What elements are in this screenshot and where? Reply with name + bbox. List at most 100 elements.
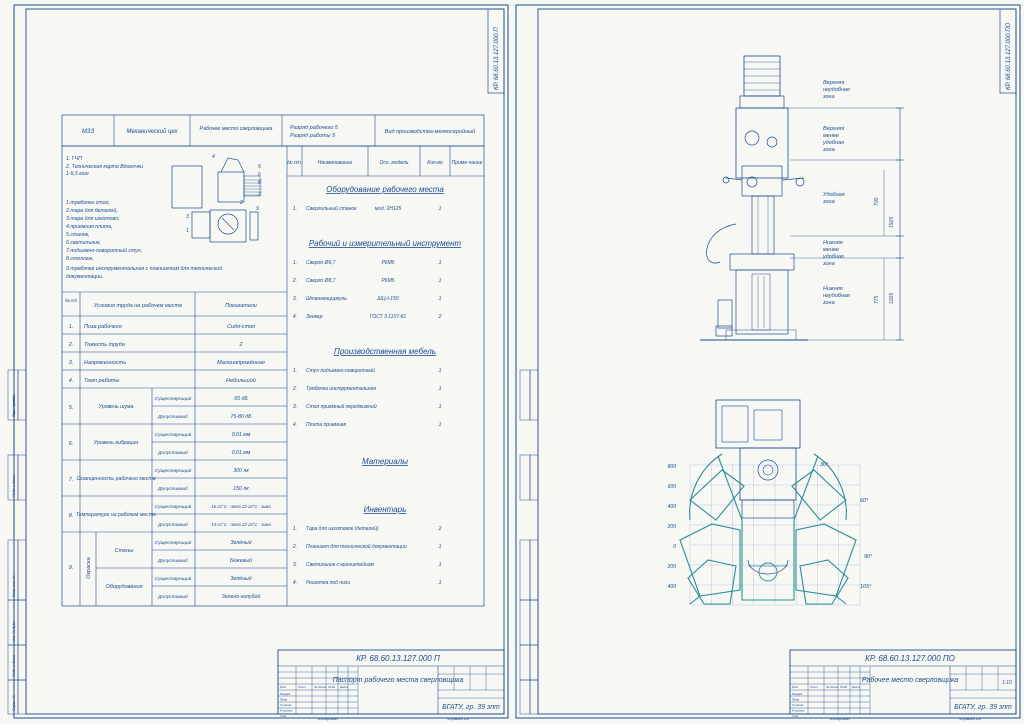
sketch-callout: 1: [186, 228, 189, 234]
cond-value: Зелено-голубой: [222, 593, 261, 600]
plan-y-tick: 400: [668, 504, 677, 510]
base-inner: [751, 273, 771, 331]
equip-num: 3.: [293, 562, 297, 568]
cond-num: 6.: [69, 441, 74, 447]
sketch-callout: 5: [258, 164, 261, 170]
main-table: [61, 145, 485, 607]
cond-num: 8.: [69, 513, 74, 519]
title-block-sheet2: КР. 68.60.13.127.000 ПОИзм. Лист № докум. П…: [789, 649, 1017, 721]
sketch-callout: 2: [239, 200, 243, 206]
stamp-row-label: Разраб.: [280, 692, 291, 696]
rotated-doc-code: КР. 68.60.13.127.000 П: [494, 27, 500, 90]
cond-value: Небольшой: [226, 377, 256, 384]
side-stamp-label: Подп. и дата: [12, 655, 16, 677]
side-stamp-cell: [519, 369, 531, 421]
stamp-group: БГАТУ, гр. 39 зпт: [954, 704, 1012, 711]
side-stamp-cell: [17, 599, 27, 646]
stamp-col-label: Дата: [339, 685, 348, 689]
equip-num: 4.: [293, 422, 297, 428]
operator-seat: [747, 559, 789, 575]
cond-head-num: № п/п: [65, 298, 78, 303]
plan-y-tick: 800: [668, 464, 677, 470]
equip-qty: 1: [439, 422, 442, 428]
legend-line: 1-5,5 мин: [66, 171, 89, 177]
sketch-callout: 4: [212, 154, 215, 160]
sketch-callout: 6: [258, 172, 261, 178]
legend-line: 9.тумбочка инструментальная с планшетом …: [66, 265, 222, 272]
footer-format: Формат А4: [447, 716, 470, 721]
cond-value: 150 лк: [233, 486, 249, 492]
cond-name: Темп работы: [84, 378, 119, 384]
sheet-2-inner-frame: [537, 8, 1017, 715]
cond-name: Поза рабочего: [84, 324, 122, 330]
cond-num: 5.: [69, 405, 74, 411]
cond-value: 65 дБ: [234, 396, 248, 402]
equip-qty: 1: [439, 562, 442, 568]
angle-label: 30°: [820, 462, 829, 468]
cable: [706, 223, 737, 264]
equip-name: Стул подъемно-поворотный: [306, 367, 375, 374]
equip-num: 3.: [293, 296, 297, 302]
side-stamp-cell: [17, 644, 27, 681]
equip-qty: 2: [438, 314, 442, 320]
section-title: Рабочий и измерительный инструмент: [309, 239, 462, 248]
side-stamp-label: Перв. примен.: [12, 394, 16, 417]
reach-zone: [741, 520, 795, 601]
angle-label: 105°: [860, 584, 872, 590]
column: [751, 195, 775, 255]
cond-kind: Допустимый: [157, 449, 188, 456]
sketch-callout: 7: [258, 192, 261, 198]
gear-knob: [766, 136, 778, 148]
gear-knob: [744, 130, 760, 146]
cond-num: 7.: [69, 477, 74, 483]
cond-value: Бежевый: [230, 557, 252, 564]
section-title: Инвентарь: [364, 505, 407, 514]
equip-model: ГОСТ 3.1107-81: [370, 314, 407, 320]
section-title: Оборудование рабочего места: [326, 185, 444, 194]
equip-num: 1.: [293, 526, 297, 532]
equip-name: Планшет для технической документации: [306, 543, 407, 550]
cond-value: 0,01 мм: [232, 450, 251, 456]
sketch-cabinet: [249, 211, 259, 241]
stamp-col-label: № докум.: [826, 685, 839, 689]
sketch-callout: 3: [186, 214, 189, 220]
drill-head: [735, 107, 789, 179]
spindle-top: [762, 464, 774, 476]
floor-grate: [725, 329, 797, 341]
cond-name: Напряженность: [84, 360, 126, 366]
footer-copy: Копировал: [318, 716, 339, 721]
cond-paint-item: Оборудования: [106, 584, 143, 590]
motor-base: [739, 95, 785, 109]
equip-qty: 1: [439, 404, 442, 410]
stamp-col-label: Дата: [851, 685, 860, 689]
side-stamp-cell: [17, 679, 27, 715]
equip-num: 4.: [293, 314, 297, 320]
equip-model: Р6М5: [381, 260, 394, 266]
equip-num: 1.: [293, 260, 297, 266]
reach-zone: [717, 455, 743, 521]
equip-name: Тумбочка инструментальная: [306, 386, 376, 392]
side-stamp-cell: [529, 539, 539, 601]
feed-box: [741, 165, 783, 197]
cond-kind: Допустимый: [157, 593, 188, 600]
rotated-doc-code: КР. 68.60.13.127.000 ПО: [1006, 22, 1012, 90]
zone-label: Удобная зона: [822, 192, 845, 205]
stamp-code: КР. 68.60.13.127.000 П: [356, 654, 440, 663]
angle-label: 60°: [860, 498, 869, 504]
plan-view: 800 600 400 200 0 200 400 30° 60° 90° 105°: [667, 399, 873, 606]
dim-700: 700: [874, 197, 880, 206]
equip-qty: 1: [439, 544, 442, 550]
drawing-sheets: КР. 68.60.13.127.000 ПИнв. № подл.Подп. …: [7, 4, 1021, 721]
header-plant: МЗЗ: [82, 129, 95, 135]
legend-line: 2.тара для деталей,: [65, 207, 118, 214]
equip-num: 2.: [292, 386, 297, 392]
equip-qty: 1: [439, 206, 442, 212]
stamp-row-label: Пров.: [280, 698, 288, 702]
legend-line: 5.станок,: [66, 232, 90, 238]
equip-name: Сверлильный станок: [306, 205, 357, 212]
side-stamp-label: Инв. № дубл.: [12, 620, 16, 642]
side-stamp-cell: [529, 599, 539, 646]
equip-qty: 1: [439, 296, 442, 302]
stamp-title: Рабочее место сверловщика: [862, 676, 958, 684]
table: [729, 253, 795, 271]
